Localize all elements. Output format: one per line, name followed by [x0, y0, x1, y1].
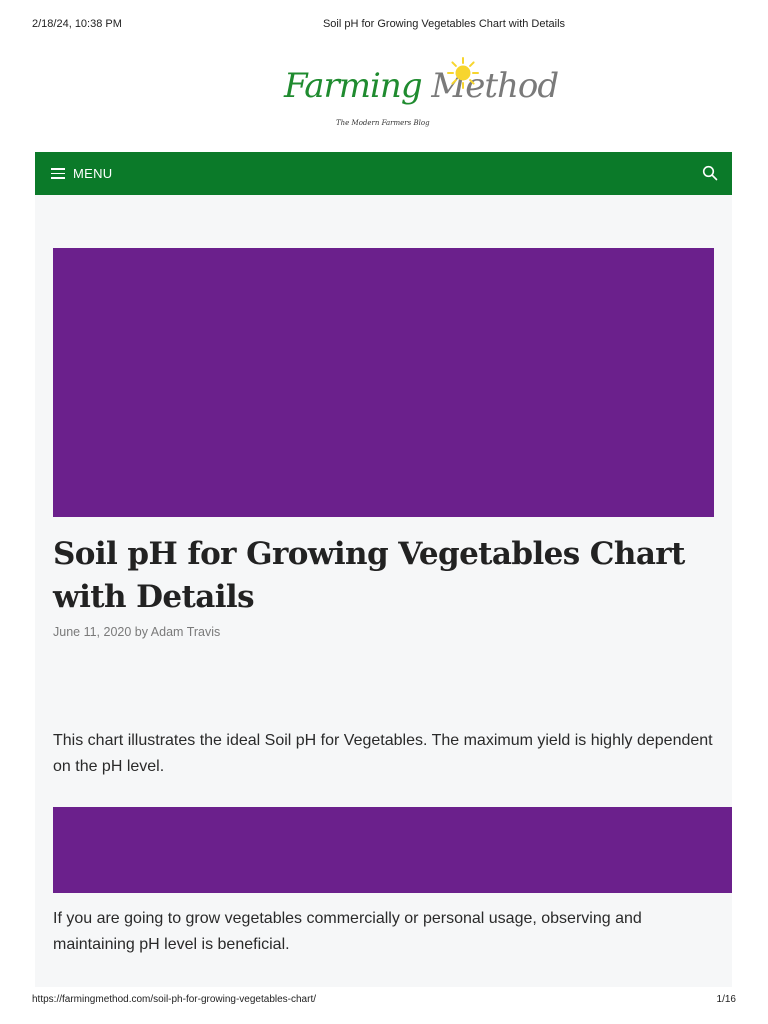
article-content: Soil pH for Growing Vegetables Chart wit…	[35, 195, 732, 987]
article-intro: This chart illustrates the ideal Soil pH…	[53, 732, 713, 775]
article-author[interactable]: Adam Travis	[151, 625, 220, 639]
print-page-number: 1/16	[716, 994, 736, 1005]
logo-tagline: The Modern Farmers Blog	[336, 119, 430, 127]
article-title: Soil pH for Growing Vegetables Chart wit…	[53, 536, 685, 615]
print-header: 2/18/24, 10:38 PM Soil pH for Growing Ve…	[0, 0, 768, 48]
article-meta: June 11, 2020 by Adam Travis	[53, 625, 220, 639]
site-logo[interactable]: Farming Method The Modern Farmers Blog	[270, 52, 559, 142]
hamburger-icon	[51, 168, 65, 179]
logo-word-farming: Farming	[284, 66, 423, 106]
print-title: Soil pH for Growing Vegetables Chart wit…	[322, 18, 566, 30]
hero-ad-banner[interactable]	[53, 248, 714, 517]
article-date: June 11, 2020	[53, 625, 132, 639]
article-by: by	[134, 625, 148, 639]
print-footer-url: https://farmingmethod.com/soil-ph-for-gr…	[32, 994, 317, 1005]
article-paragraph: If you are going to grow vegetables comm…	[53, 910, 642, 953]
main-navbar: MENU	[35, 152, 732, 195]
search-icon[interactable]	[702, 165, 718, 181]
inline-ad-banner[interactable]	[53, 807, 732, 893]
logo-wordmark: Farming Method	[284, 66, 559, 106]
menu-button[interactable]: MENU	[51, 152, 112, 195]
sun-icon	[447, 57, 479, 89]
menu-label: MENU	[73, 166, 113, 181]
